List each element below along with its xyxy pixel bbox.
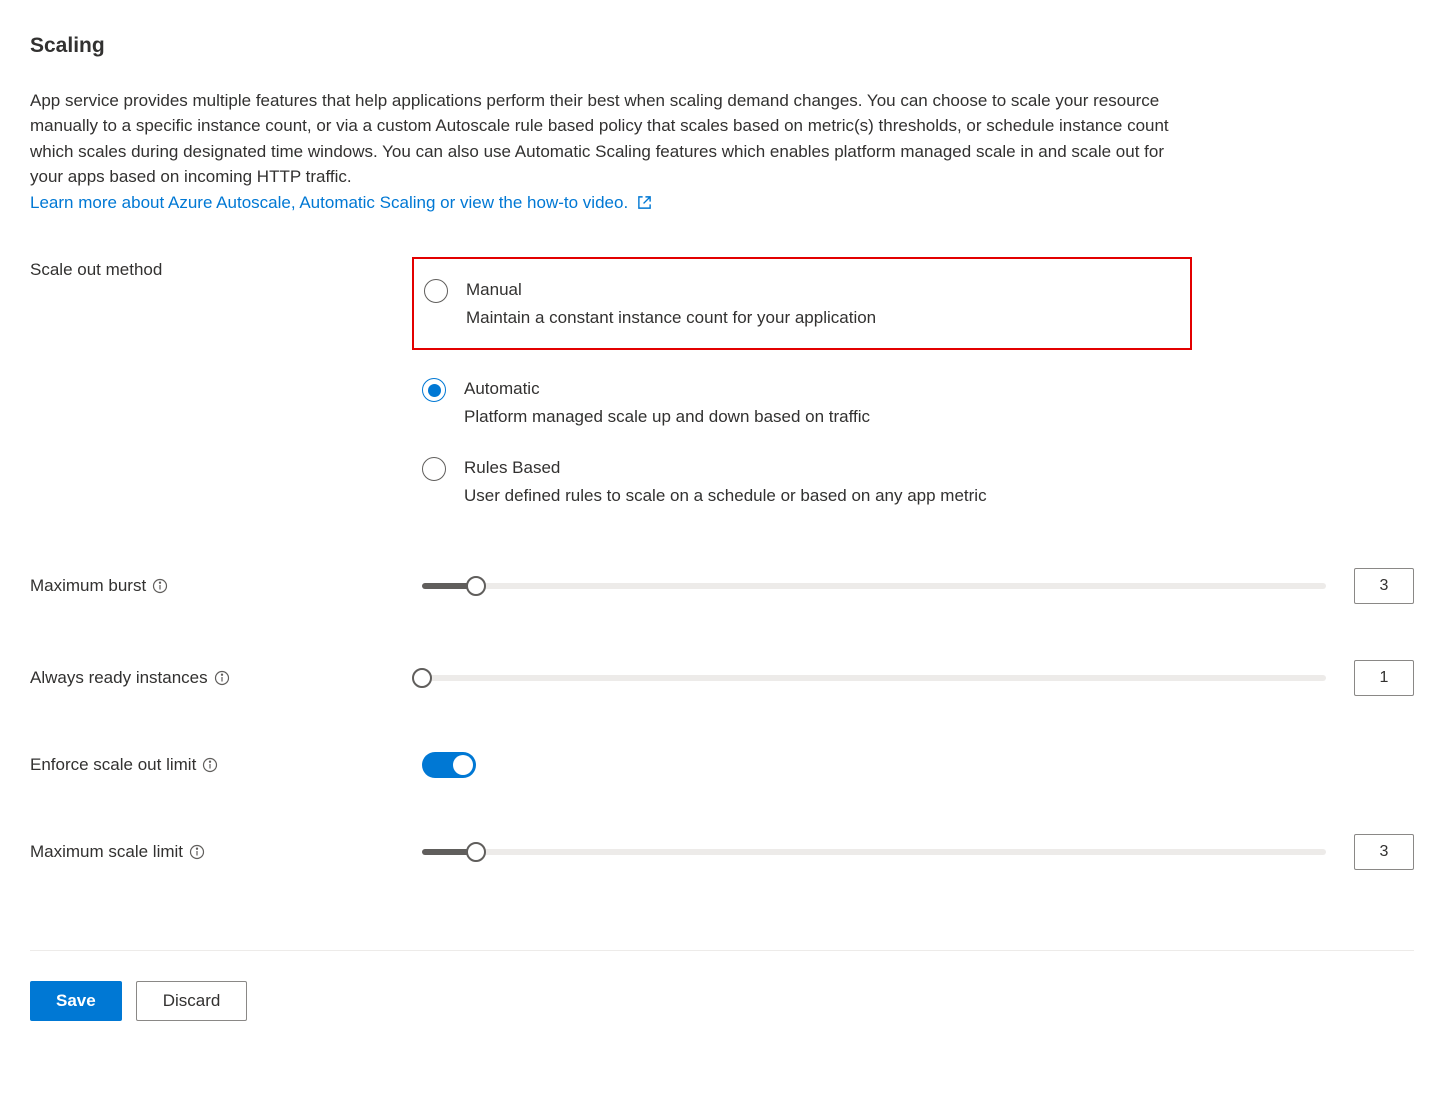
page-title: Scaling: [30, 30, 1414, 62]
scaling-description: App service provides multiple features t…: [30, 88, 1170, 218]
slider-thumb[interactable]: [412, 668, 432, 688]
radio-circle-manual[interactable]: [424, 279, 448, 303]
radio-circle-automatic[interactable]: [422, 378, 446, 402]
learn-more-link[interactable]: Learn more about Azure Autoscale, Automa…: [30, 193, 652, 212]
slider-thumb[interactable]: [466, 842, 486, 862]
maximum-burst-slider[interactable]: [422, 583, 1326, 589]
max-scale-limit-value[interactable]: 3: [1354, 834, 1414, 870]
discard-button[interactable]: Discard: [136, 981, 248, 1021]
enforce-limit-toggle[interactable]: [422, 752, 476, 778]
scale-out-method-radio-group: Manual Maintain a constant instance coun…: [422, 257, 1414, 508]
always-ready-slider[interactable]: [422, 675, 1326, 681]
always-ready-label: Always ready instances: [30, 665, 208, 691]
external-link-icon: [637, 192, 652, 218]
info-icon[interactable]: [152, 578, 168, 594]
footer-bar: Save Discard: [30, 950, 1414, 1021]
max-scale-limit-label: Maximum scale limit: [30, 839, 183, 865]
slider-thumb[interactable]: [466, 576, 486, 596]
toggle-knob: [453, 755, 473, 775]
enforce-limit-label: Enforce scale out limit: [30, 752, 196, 778]
radio-manual[interactable]: Manual Maintain a constant instance coun…: [424, 277, 1172, 330]
max-scale-limit-slider[interactable]: [422, 849, 1326, 855]
radio-manual-desc: Maintain a constant instance count for y…: [466, 305, 876, 331]
maximum-burst-value[interactable]: 3: [1354, 568, 1414, 604]
radio-rules-title: Rules Based: [464, 455, 987, 481]
info-icon[interactable]: [189, 844, 205, 860]
radio-automatic[interactable]: Automatic Platform managed scale up and …: [422, 376, 1414, 429]
radio-automatic-desc: Platform managed scale up and down based…: [464, 404, 870, 430]
radio-circle-rules[interactable]: [422, 457, 446, 481]
manual-highlight-box: Manual Maintain a constant instance coun…: [412, 257, 1192, 350]
learn-more-text: Learn more about Azure Autoscale, Automa…: [30, 193, 628, 212]
radio-rules-desc: User defined rules to scale on a schedul…: [464, 483, 987, 509]
scale-out-method-label: Scale out method: [30, 257, 422, 283]
save-button[interactable]: Save: [30, 981, 122, 1021]
radio-manual-title: Manual: [466, 277, 876, 303]
always-ready-value[interactable]: 1: [1354, 660, 1414, 696]
info-icon[interactable]: [214, 670, 230, 686]
radio-automatic-title: Automatic: [464, 376, 870, 402]
maximum-burst-label: Maximum burst: [30, 573, 146, 599]
description-text: App service provides multiple features t…: [30, 91, 1169, 187]
radio-rules[interactable]: Rules Based User defined rules to scale …: [422, 455, 1414, 508]
info-icon[interactable]: [202, 757, 218, 773]
